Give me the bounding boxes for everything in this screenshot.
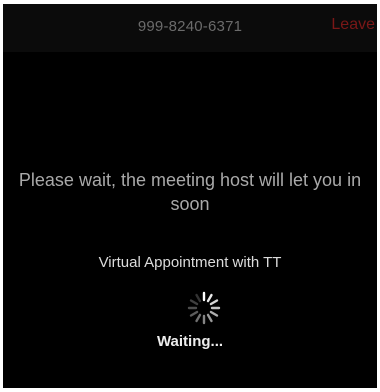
loading-spinner-icon [187, 291, 221, 325]
meeting-id: 999-8240-6371 [137, 18, 243, 35]
waiting-room-screen: 999-8240-6371 Leave Please wait, the mee… [3, 4, 377, 388]
wait-message: Please wait, the meeting host will let y… [18, 170, 362, 214]
leave-button[interactable]: Leave [331, 16, 375, 34]
top-bar: 999-8240-6371 Leave [3, 4, 377, 52]
appointment-title: Virtual Appointment with TT [98, 254, 282, 271]
waiting-status: Waiting... [156, 333, 224, 350]
